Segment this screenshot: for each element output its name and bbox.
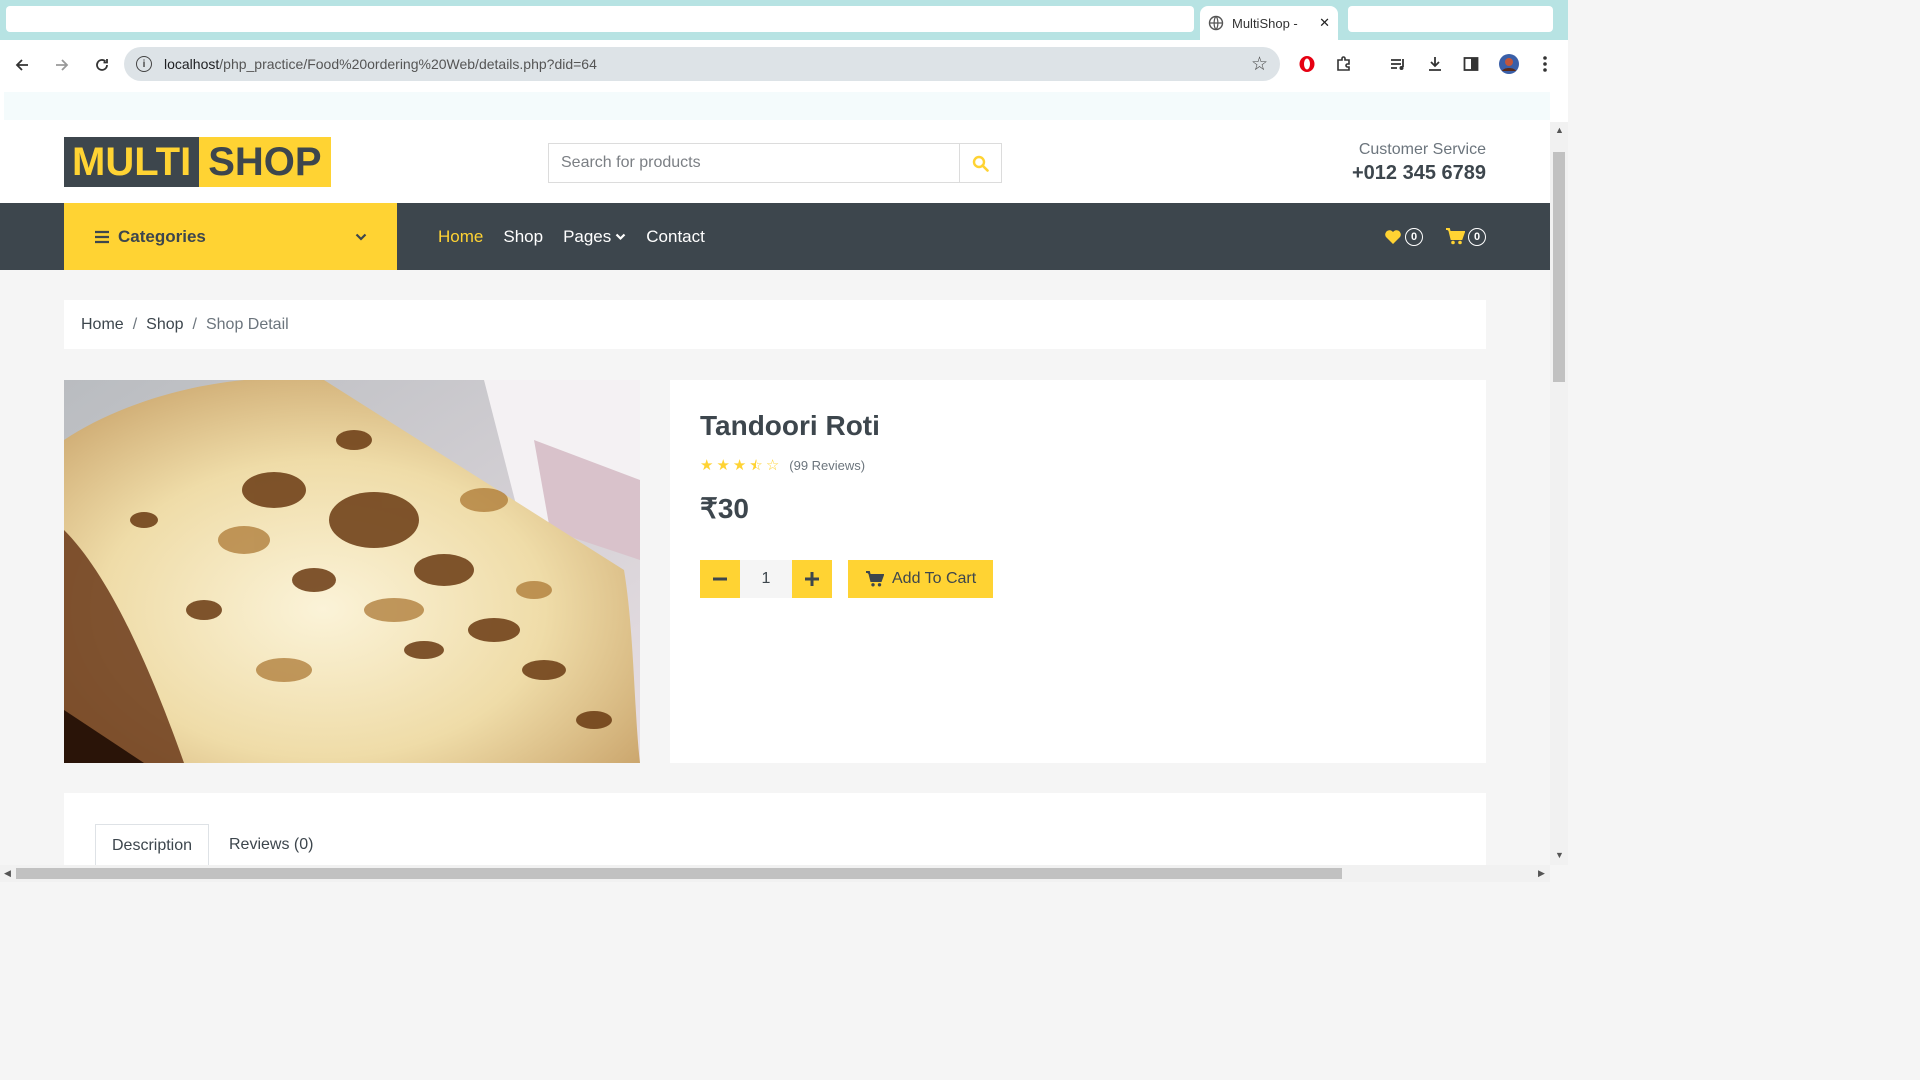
heart-icon <box>1385 229 1401 244</box>
quantity-increase-button[interactable] <box>792 560 832 598</box>
plus-icon <box>805 572 819 586</box>
horizontal-scrollbar[interactable]: ◀ ▶ <box>0 865 1550 882</box>
browser-tabstrip: MultiShop - ✕ <box>0 0 1568 40</box>
quantity-decrease-button[interactable] <box>700 560 740 598</box>
nav-link-shop[interactable]: Shop <box>503 227 543 247</box>
product-rating: ★ ★ ★ ☆★ ☆ (99 Reviews) <box>700 456 865 474</box>
horizontal-scrollbar-thumb[interactable] <box>16 868 1342 879</box>
add-to-cart-button[interactable]: Add To Cart <box>848 560 994 598</box>
side-panel-icon[interactable] <box>1459 52 1483 76</box>
breadcrumb-home[interactable]: Home <box>81 316 124 334</box>
product-tabs: Description Reviews (0) <box>64 793 1486 865</box>
star-full-icon: ★ <box>716 457 730 474</box>
customer-service: Customer Service +012 345 6789 <box>1352 141 1486 185</box>
search-input[interactable] <box>549 144 959 182</box>
browser-tab-inactive[interactable] <box>1348 6 1553 32</box>
logo-part-2: SHOP <box>199 137 331 187</box>
opera-icon[interactable] <box>1295 52 1319 76</box>
tab-reviews[interactable]: Reviews (0) <box>229 824 313 865</box>
breadcrumb-separator: / <box>132 315 138 333</box>
cart-icon <box>866 571 884 587</box>
customer-service-label: Customer Service <box>1358 141 1486 158</box>
wishlist-button[interactable]: 0 <box>1384 227 1423 246</box>
bookmarks-bar <box>0 90 1568 122</box>
cart-count-badge: 0 <box>1468 227 1486 246</box>
nav-link-home[interactable]: Home <box>438 227 483 247</box>
browser-tab-title: MultiShop - <box>1232 15 1298 31</box>
minus-icon <box>713 577 727 581</box>
search-icon <box>972 155 989 172</box>
categories-dropdown[interactable]: Categories <box>64 203 397 270</box>
back-arrow-icon[interactable] <box>4 47 40 83</box>
cart-icon <box>1446 228 1465 245</box>
categories-label: Categories <box>118 226 206 246</box>
reload-icon[interactable] <box>84 47 120 83</box>
nav-link-contact[interactable]: Contact <box>646 227 705 247</box>
page-viewport: MULTI SHOP Customer Service +012 345 678… <box>0 122 1550 865</box>
scroll-right-arrow-icon[interactable]: ▶ <box>1538 868 1545 879</box>
download-icon[interactable] <box>1423 52 1447 76</box>
hamburger-icon <box>95 230 109 243</box>
url-path: /php_practice/Food%20ordering%20Web/deta… <box>219 56 597 72</box>
bookmark-star-icon[interactable]: ☆ <box>1251 53 1268 76</box>
profile-avatar-icon[interactable] <box>1497 52 1521 76</box>
reviews-count: (99 Reviews) <box>789 457 866 473</box>
media-queue-icon[interactable] <box>1386 52 1410 76</box>
tandoori-roti-photo <box>64 380 640 763</box>
vertical-scrollbar[interactable]: ▲ ▼ <box>1550 122 1568 865</box>
star-half-icon: ☆★ <box>749 457 763 474</box>
quantity-stepper: 1 Add To Cart <box>700 560 994 598</box>
globe-icon <box>1208 15 1224 31</box>
scroll-left-arrow-icon[interactable]: ◀ <box>4 868 11 879</box>
breadcrumb-shop[interactable]: Shop <box>146 316 183 334</box>
cart-button[interactable]: 0 <box>1445 227 1486 246</box>
wishlist-count-badge: 0 <box>1405 227 1423 246</box>
logo-part-1: MULTI <box>64 137 200 187</box>
star-full-icon: ★ <box>700 457 714 474</box>
chevron-down-icon <box>355 233 367 241</box>
nav-links: Home Shop Pages Contact <box>438 203 705 270</box>
search-bar <box>548 143 1002 183</box>
browser-tab-inactive[interactable] <box>6 6 1194 32</box>
url-host: localhost <box>164 56 220 72</box>
site-logo[interactable]: MULTI SHOP <box>64 137 331 187</box>
chevron-down-icon <box>615 233 626 240</box>
customer-service-phone: +012 345 6789 <box>1351 162 1486 184</box>
product-title: Tandoori Roti <box>700 410 880 441</box>
star-full-icon: ★ <box>732 457 747 474</box>
tab-description[interactable]: Description <box>95 824 210 865</box>
vertical-scrollbar-thumb[interactable] <box>1553 152 1565 382</box>
extensions-puzzle-icon[interactable] <box>1332 52 1356 76</box>
scroll-down-arrow-icon[interactable]: ▼ <box>1555 850 1564 860</box>
nav-link-pages-label: Pages <box>563 226 612 246</box>
address-bar[interactable]: i localhost/php_practice/Food%20ordering… <box>124 47 1280 81</box>
breadcrumb: Home / Shop / Shop Detail <box>64 300 1486 349</box>
breadcrumb-current: Shop Detail <box>205 315 289 333</box>
product-image <box>64 380 640 763</box>
add-to-cart-label: Add To Cart <box>892 570 977 587</box>
site-header: MULTI SHOP Customer Service +012 345 678… <box>0 122 1550 203</box>
site-info-icon[interactable]: i <box>136 56 152 72</box>
nav-icons: 0 0 <box>1384 203 1486 270</box>
browser-menu-icon[interactable] <box>1533 52 1557 76</box>
main-navbar: Categories Home Shop Pages Contact 0 0 <box>0 203 1550 270</box>
scroll-up-arrow-icon[interactable]: ▲ <box>1555 125 1564 135</box>
product-info-card: Tandoori Roti ★ ★ ★ ☆★ ☆ (99 Reviews) ₹3… <box>670 380 1486 763</box>
product-price: ₹30 <box>700 493 749 524</box>
star-empty-icon: ☆ <box>765 457 780 474</box>
browser-tab-active[interactable]: MultiShop - ✕ <box>1200 6 1338 40</box>
quantity-input[interactable]: 1 <box>740 560 792 598</box>
breadcrumb-separator: / <box>192 315 197 333</box>
bookmarks-bar-area <box>4 92 1550 120</box>
forward-arrow-icon[interactable] <box>44 47 80 83</box>
nav-link-pages[interactable]: Pages <box>563 227 626 247</box>
close-tab-icon[interactable]: ✕ <box>1319 15 1330 31</box>
search-button[interactable] <box>959 144 1001 182</box>
